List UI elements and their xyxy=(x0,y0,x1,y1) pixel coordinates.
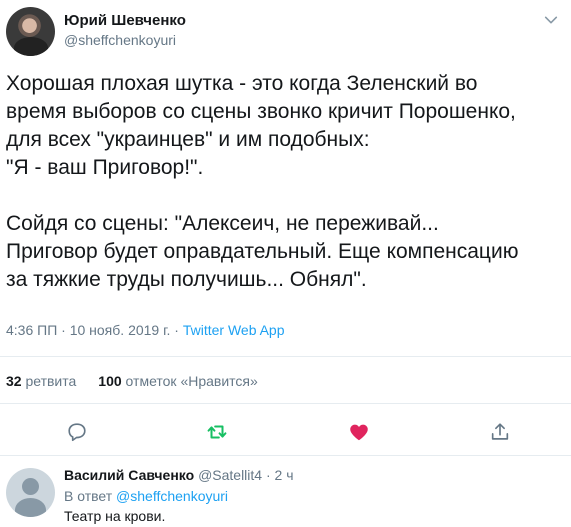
reply-text: Театр на крови. xyxy=(64,508,166,524)
tweet-stats: 32 ретвита 100 отметок «Нравится» xyxy=(6,373,258,389)
author-handle[interactable]: @sheffchenkoyuri xyxy=(64,32,176,48)
retweets-label: ретвита xyxy=(25,373,77,389)
reply-author-handle[interactable]: @Satellit4 xyxy=(198,467,262,483)
reply-avatar[interactable] xyxy=(6,468,55,517)
in-reply-prefix: В ответ xyxy=(64,488,117,504)
retweets-count: 32 xyxy=(6,373,22,389)
in-reply-to: В ответ @sheffchenkoyuri xyxy=(64,488,228,504)
author-avatar[interactable] xyxy=(6,7,55,56)
tweet-header: Юрий Шевченко @sheffchenkoyuri xyxy=(0,0,571,64)
like-button[interactable] xyxy=(341,414,377,450)
divider xyxy=(0,403,571,404)
retweet-icon xyxy=(207,425,227,439)
likes-count: 100 xyxy=(98,373,122,389)
share-button[interactable] xyxy=(482,414,518,450)
reply-header: Василий Савченко @Satellit4 · 2 ч xyxy=(64,467,294,483)
reply-tweet[interactable]: Василий Савченко @Satellit4 · 2 ч В отве… xyxy=(0,455,571,527)
likes-stat[interactable]: 100 отметок «Нравится» xyxy=(98,373,258,389)
heart-icon xyxy=(350,424,368,441)
tweet-text: Хорошая плохая шутка - это когда Зеленск… xyxy=(6,72,519,291)
author-name[interactable]: Юрий Шевченко xyxy=(64,12,186,29)
tweet-meta: 4:36 ПП · 10 нояб. 2019 г. · Twitter Web… xyxy=(6,322,285,338)
tweet-actions xyxy=(0,414,571,450)
in-reply-mention[interactable]: @sheffchenkoyuri xyxy=(116,488,228,504)
share-icon xyxy=(491,423,509,440)
tweet-timestamp[interactable]: 4:36 ПП · 10 нояб. 2019 г. · xyxy=(6,322,183,338)
tweet-source-link[interactable]: Twitter Web App xyxy=(183,322,285,338)
reply-button[interactable] xyxy=(59,414,95,450)
reply-author-name[interactable]: Василий Савченко xyxy=(64,467,194,483)
retweets-stat[interactable]: 32 ретвита xyxy=(6,373,76,389)
likes-label: отметок «Нравится» xyxy=(125,373,258,389)
reply-timestamp[interactable]: · 2 ч xyxy=(266,467,294,483)
divider xyxy=(0,356,571,357)
retweet-button[interactable] xyxy=(199,414,235,450)
chevron-down-icon[interactable] xyxy=(543,12,559,28)
reply-icon xyxy=(68,423,86,442)
